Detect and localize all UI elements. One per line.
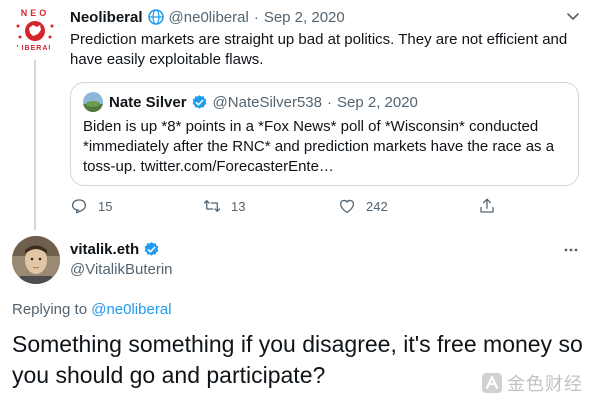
watermark-logo-icon [482, 373, 502, 393]
reply-author-row: vitalik.eth [70, 239, 160, 259]
tweet-header: Neoliberal @ne0liberal · Sep 2, 2020 [70, 6, 581, 28]
tweet-neoliberal[interactable]: NEO LIBERAL Neoliberal @ne0liberal · Sep… [0, 0, 591, 230]
quoted-tweet-text: Biden is up *8* points in a *Fox News* p… [83, 118, 555, 175]
svg-text:LIBERAL: LIBERAL [16, 45, 53, 52]
heart-icon [339, 199, 355, 214]
like-count: 242 [366, 198, 388, 214]
reply-icon [71, 199, 87, 214]
reply-button[interactable]: 15 [70, 196, 112, 216]
quoted-author-handle: @NateSilver538 [212, 93, 322, 111]
quoted-tweet[interactable]: Nate Silver @NateSilver538 · Sep 2, 2020… [70, 82, 579, 186]
tweet-date[interactable]: Sep 2, 2020 [264, 9, 345, 26]
replying-to-mention[interactable]: @ne0liberal [91, 301, 171, 318]
more-options-icon[interactable] [565, 8, 581, 24]
thread-line [34, 60, 36, 230]
reply-count: 15 [98, 198, 113, 214]
tweet-vitalik-reply[interactable]: vitalik.eth @VitalikButerin Replying to … [0, 226, 591, 402]
neoliberal-avatar[interactable]: NEO LIBERAL [10, 4, 60, 54]
separator-dot: · [253, 8, 259, 26]
replying-to: Replying to @ne0liberal [12, 301, 172, 318]
verified-badge-icon [191, 94, 208, 111]
verified-badge-icon [143, 241, 160, 258]
like-button[interactable]: 242 [338, 196, 388, 216]
retweet-icon [203, 200, 221, 212]
quoted-tweet-header: Nate Silver @NateSilver538 · Sep 2, 2020 [83, 91, 418, 113]
more-options-icon[interactable] [563, 242, 579, 258]
svg-text:NEO: NEO [21, 8, 50, 18]
vitalik-avatar[interactable] [12, 236, 60, 284]
reply-author-handle[interactable]: @VitalikButerin [70, 261, 173, 278]
retweet-button[interactable]: 13 [203, 196, 245, 216]
tweet-text: Prediction markets are straight up bad a… [70, 31, 568, 68]
separator-dot: · [327, 93, 332, 111]
author-name[interactable]: Neoliberal [70, 9, 143, 26]
tweet-actions: 15 13 242 [70, 196, 500, 218]
quoted-author-name: Nate Silver [109, 93, 187, 111]
share-button[interactable] [478, 196, 506, 216]
nate-silver-avatar [83, 92, 103, 112]
globe-badge-icon [147, 9, 164, 25]
share-icon [480, 198, 494, 213]
watermark: 金色财经 [481, 370, 583, 396]
watermark-text: 金色财经 [507, 374, 583, 395]
retweet-count: 13 [231, 198, 246, 214]
author-handle[interactable]: @ne0liberal [169, 9, 249, 26]
replying-to-label: Replying to [12, 301, 88, 318]
quoted-tweet-date: Sep 2, 2020 [337, 93, 418, 111]
reply-author-name[interactable]: vitalik.eth [70, 241, 139, 258]
